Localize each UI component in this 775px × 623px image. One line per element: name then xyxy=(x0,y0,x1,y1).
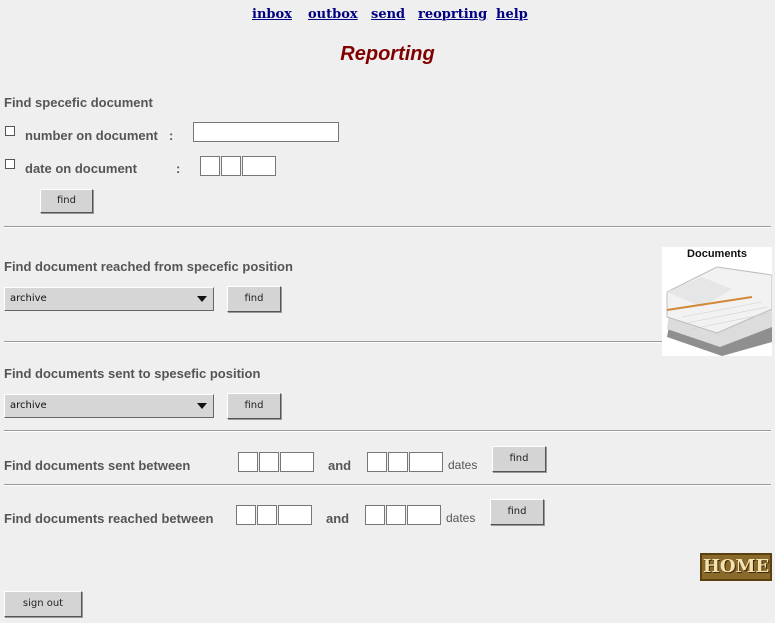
documents-image: Documents xyxy=(662,247,772,356)
divider xyxy=(4,341,662,343)
find-reached-from-position-button[interactable]: find xyxy=(227,286,281,312)
nav-reporting-link[interactable]: reoprting xyxy=(418,7,487,22)
section-specific-document-heading: Find specefic document xyxy=(4,95,153,110)
sent-between-from-month-input[interactable] xyxy=(259,452,279,472)
find-sent-to-position-button[interactable]: find xyxy=(227,393,281,419)
date-on-document-colon: : xyxy=(176,161,181,176)
date-on-document-checkbox[interactable] xyxy=(5,159,15,169)
sent-between-to-month-input[interactable] xyxy=(388,452,408,472)
sent-between-from-year-input[interactable] xyxy=(280,452,314,472)
chevron-down-icon xyxy=(197,296,207,302)
nav-inbox-link[interactable]: inbox xyxy=(252,7,292,22)
chevron-down-icon xyxy=(197,403,207,409)
section-sent-to-position-heading: Find documents sent to spesefic position xyxy=(4,366,261,381)
documents-image-title: Documents xyxy=(687,248,747,260)
nav-help-link[interactable]: help xyxy=(496,7,528,22)
date-on-document-label: date on document xyxy=(25,161,137,176)
divider xyxy=(4,430,771,432)
sent-to-position-select-value: archive xyxy=(10,400,47,411)
sent-to-position-select[interactable]: archive xyxy=(4,394,214,418)
sent-between-to-year-input[interactable] xyxy=(409,452,443,472)
number-on-document-label: number on document xyxy=(25,128,158,143)
reached-between-from-day-input[interactable] xyxy=(236,505,256,525)
nav-send-link[interactable]: send xyxy=(371,7,405,22)
number-on-document-colon: : xyxy=(169,128,174,143)
sent-between-and-label: and xyxy=(328,458,352,473)
divider xyxy=(4,484,771,486)
find-reached-between-button[interactable]: find xyxy=(490,499,544,525)
find-document-button[interactable]: find xyxy=(40,189,93,213)
find-sent-between-button[interactable]: find xyxy=(492,446,546,472)
reached-between-to-day-input[interactable] xyxy=(365,505,385,525)
reached-between-from-month-input[interactable] xyxy=(257,505,277,525)
reached-from-position-select[interactable]: archive xyxy=(4,287,214,311)
reached-from-position-select-value: archive xyxy=(10,293,47,304)
section-sent-between-heading: Find documents sent between xyxy=(4,458,191,473)
reached-between-from-year-input[interactable] xyxy=(278,505,312,525)
nav-outbox-link[interactable]: outbox xyxy=(308,7,358,22)
number-on-document-checkbox[interactable] xyxy=(5,126,15,136)
reached-between-dates-label: dates xyxy=(446,511,476,525)
reached-between-to-year-input[interactable] xyxy=(407,505,441,525)
sent-between-dates-label: dates xyxy=(448,458,478,472)
reached-between-to-month-input[interactable] xyxy=(386,505,406,525)
page-title: Reporting xyxy=(340,43,435,65)
date-year-input[interactable] xyxy=(242,156,276,176)
number-on-document-input[interactable] xyxy=(193,122,339,142)
date-month-input[interactable] xyxy=(221,156,241,176)
sent-between-from-day-input[interactable] xyxy=(238,452,258,472)
sign-out-button[interactable]: sign out xyxy=(4,591,82,617)
section-reached-between-heading: Find documents reached between xyxy=(4,511,214,526)
section-reached-from-position-heading: Find document reached from specefic posi… xyxy=(4,259,293,274)
sent-between-to-day-input[interactable] xyxy=(367,452,387,472)
divider xyxy=(4,226,771,228)
date-day-input[interactable] xyxy=(200,156,220,176)
reached-between-and-label: and xyxy=(326,511,350,526)
home-button[interactable]: HOME xyxy=(700,553,772,581)
